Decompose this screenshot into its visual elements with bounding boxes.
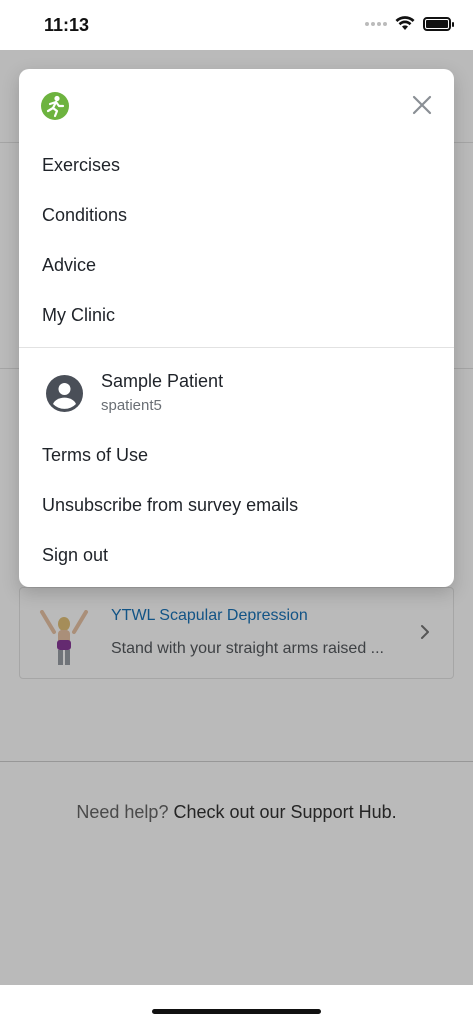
status-bar: 11:13 — [0, 0, 473, 50]
menu-item-advice[interactable]: Advice — [42, 255, 96, 276]
wifi-icon — [395, 16, 415, 30]
cellular-signal-icon — [365, 21, 387, 26]
navigation-menu: Exercises Conditions Advice My Clinic Sa… — [19, 69, 454, 587]
menu-item-terms-of-use[interactable]: Terms of Use — [42, 445, 148, 466]
battery-icon — [423, 16, 454, 31]
status-time: 11:13 — [44, 15, 90, 35]
avatar-icon — [46, 375, 83, 412]
menu-item-unsubscribe[interactable]: Unsubscribe from survey emails — [42, 495, 298, 516]
runner-logo-icon — [41, 92, 69, 120]
menu-item-sign-out[interactable]: Sign out — [42, 545, 108, 566]
menu-item-conditions[interactable]: Conditions — [42, 205, 127, 226]
menu-item-my-clinic[interactable]: My Clinic — [42, 305, 115, 326]
menu-divider — [19, 347, 454, 348]
user-name: Sample Patient — [101, 371, 224, 391]
home-indicator-area — [0, 985, 473, 1024]
close-icon[interactable] — [412, 95, 432, 115]
user-username: spatient5 — [101, 397, 162, 414]
home-indicator[interactable] — [152, 1009, 321, 1014]
status-icons — [365, 16, 454, 31]
user-profile[interactable]: Sample Patient spatient5 — [19, 369, 454, 421]
menu-item-exercises[interactable]: Exercises — [42, 155, 120, 176]
